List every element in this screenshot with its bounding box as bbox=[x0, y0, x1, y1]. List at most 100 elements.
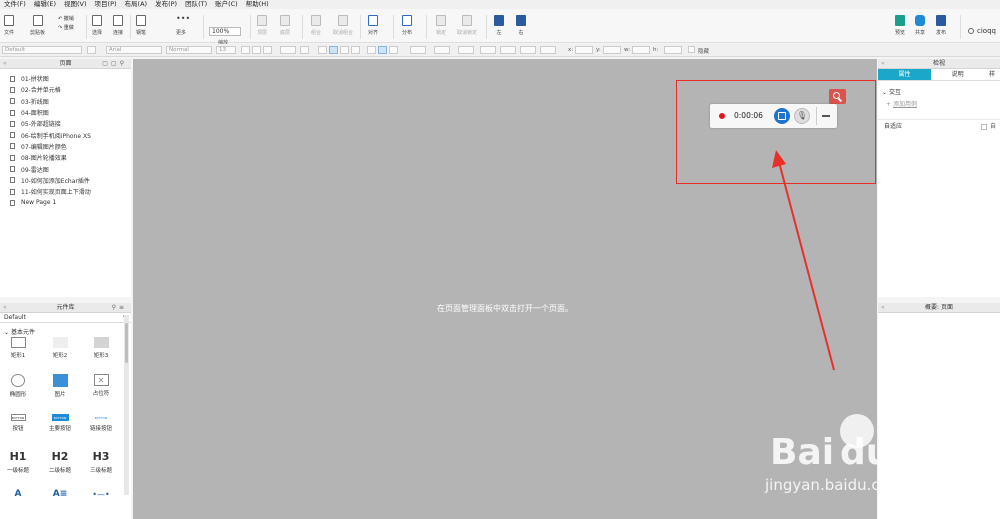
padding-button[interactable] bbox=[540, 46, 556, 54]
more-button[interactable]: ••• 更多 bbox=[176, 15, 190, 37]
widget-rectangle3[interactable]: 矩形3 bbox=[81, 337, 121, 359]
style-select[interactable]: Default bbox=[2, 46, 82, 54]
distribute-button[interactable]: 分布 bbox=[402, 15, 412, 36]
add-case-link[interactable]: + 添加用例 bbox=[878, 97, 1000, 119]
widget-rectangle1[interactable]: 矩形1 bbox=[0, 337, 38, 359]
x-input[interactable] bbox=[575, 46, 593, 54]
menu-layout[interactable]: 布局(A) bbox=[121, 0, 152, 9]
bullet-button[interactable] bbox=[300, 46, 309, 54]
library-panel-tools[interactable]: ⚲≡ bbox=[112, 303, 127, 313]
align-right-button[interactable] bbox=[340, 46, 349, 54]
redo-button[interactable]: ↷ 重做 bbox=[58, 24, 74, 33]
preview-button[interactable]: 预览 bbox=[895, 15, 905, 36]
font-size-select[interactable]: 13 bbox=[216, 46, 236, 54]
top-layer-button[interactable]: 顶层 bbox=[257, 15, 267, 36]
page-item[interactable]: 01-拼状图 bbox=[0, 73, 131, 84]
align-button[interactable]: 对齐 bbox=[368, 15, 378, 36]
w-input[interactable] bbox=[632, 46, 650, 54]
widget-paragraph[interactable]: A≡ bbox=[40, 489, 80, 502]
widget-placeholder[interactable]: ✕ 占位符 bbox=[81, 374, 121, 397]
style-paint-button[interactable] bbox=[87, 46, 96, 54]
interaction-section[interactable]: ⌄ 交互 bbox=[878, 81, 1000, 97]
menu-team[interactable]: 团队(T) bbox=[181, 0, 211, 9]
user-account[interactable]: cioqq bbox=[968, 27, 996, 35]
collapse-icon[interactable]: « bbox=[881, 59, 885, 69]
page-item[interactable]: 07-编辑图片颜色 bbox=[0, 141, 131, 152]
menu-help[interactable]: 帮助(H) bbox=[242, 0, 273, 9]
valign-top-button[interactable] bbox=[367, 46, 376, 54]
collapse-icon[interactable]: « bbox=[3, 303, 7, 313]
widget-rectangle2[interactable]: 矩形2 bbox=[40, 337, 80, 359]
shadow-button[interactable] bbox=[434, 46, 450, 54]
left-panel-button[interactable]: 左 bbox=[494, 15, 504, 36]
tab-properties[interactable]: 属性 bbox=[878, 69, 932, 80]
page-item[interactable]: 02-合并单元格 bbox=[0, 84, 131, 95]
tab-notes[interactable]: 说明 bbox=[931, 69, 984, 80]
h-input[interactable] bbox=[664, 46, 682, 54]
widget-heading2[interactable]: H2 二级标题 bbox=[40, 450, 80, 474]
stop-recording-button[interactable] bbox=[774, 108, 790, 124]
library-category[interactable]: ⌄ 基本元件 bbox=[0, 323, 131, 337]
right-panel-button[interactable]: 右 bbox=[516, 15, 526, 36]
italic-button[interactable] bbox=[252, 46, 261, 54]
underline-button[interactable] bbox=[263, 46, 272, 54]
zoom-select[interactable]: 100% bbox=[209, 27, 241, 36]
font-select[interactable]: Arial bbox=[106, 46, 162, 54]
font-color-button[interactable] bbox=[280, 46, 296, 54]
widget-button[interactable]: BUTTON 按钮 bbox=[0, 414, 38, 432]
bold-button[interactable] bbox=[241, 46, 250, 54]
menu-project[interactable]: 项目(P) bbox=[91, 0, 121, 9]
align-justify-button[interactable] bbox=[351, 46, 360, 54]
undo-button[interactable]: ↶ 撤销 bbox=[58, 15, 74, 24]
line-width-button[interactable] bbox=[480, 46, 496, 54]
page-item[interactable]: 03-折线图 bbox=[0, 96, 131, 107]
share-button[interactable]: 共享 bbox=[915, 15, 925, 36]
page-item[interactable]: 10-如何加添加Echar插件 bbox=[0, 175, 131, 186]
file-button[interactable]: 文件 bbox=[4, 15, 14, 36]
adaptive-checkbox[interactable] bbox=[981, 124, 987, 130]
menu-view[interactable]: 视图(V) bbox=[60, 0, 91, 9]
valign-bottom-button[interactable] bbox=[389, 46, 398, 54]
library-select[interactable]: Default ▼ bbox=[0, 313, 131, 323]
valign-middle-button[interactable] bbox=[378, 46, 387, 54]
page-item[interactable]: 04-面积图 bbox=[0, 107, 131, 118]
collapse-icon[interactable]: « bbox=[881, 303, 885, 313]
menu-file[interactable]: 文件(F) bbox=[0, 0, 30, 9]
clipboard-button[interactable]: 剪贴板 bbox=[30, 15, 45, 36]
group-button[interactable]: 组合 bbox=[311, 15, 321, 36]
arrow-style-button[interactable] bbox=[520, 46, 536, 54]
align-center-button[interactable] bbox=[329, 46, 338, 54]
fill-color-button[interactable] bbox=[410, 46, 426, 54]
menu-account[interactable]: 账户(C) bbox=[211, 0, 242, 9]
pages-panel-tools[interactable]: ▢▢⚲ bbox=[102, 59, 127, 69]
page-item[interactable]: 09-雷达图 bbox=[0, 163, 131, 174]
unlock-button[interactable]: 取消锁定 bbox=[457, 15, 477, 36]
menu-edit[interactable]: 编辑(E) bbox=[30, 0, 60, 9]
select-button[interactable]: 选择 bbox=[92, 15, 102, 36]
minimize-icon[interactable] bbox=[822, 115, 830, 117]
line-color-button[interactable] bbox=[458, 46, 474, 54]
widget-link-button[interactable]: BUTTON 链接按钮 bbox=[81, 414, 121, 433]
page-item[interactable]: 11-如何实现页面上下滑动 bbox=[0, 186, 131, 197]
page-item[interactable]: 06-绘制手机阅iPhone XS bbox=[0, 129, 131, 140]
widget-label[interactable]: A bbox=[0, 489, 38, 502]
widget-primary-button[interactable]: BUTTON 主要按钮 bbox=[40, 414, 80, 432]
widget-image[interactable]: 图片 bbox=[40, 374, 80, 398]
publish-button[interactable]: 发布 bbox=[936, 15, 946, 36]
library-scroll-thumb[interactable] bbox=[125, 323, 128, 363]
line-style-button[interactable] bbox=[500, 46, 516, 54]
page-item[interactable]: 08-图片轮播效果 bbox=[0, 152, 131, 163]
ungroup-button[interactable]: 取消组合 bbox=[333, 15, 353, 36]
lock-button[interactable]: 锁定 bbox=[436, 15, 446, 36]
hide-checkbox[interactable] bbox=[688, 46, 695, 53]
widget-heading3[interactable]: H3 三级标题 bbox=[81, 450, 121, 474]
widget-ellipse[interactable]: 椭圆形 bbox=[0, 374, 38, 398]
page-item[interactable]: 05-外部超链接 bbox=[0, 118, 131, 129]
y-input[interactable] bbox=[603, 46, 621, 54]
bottom-layer-button[interactable]: 底层 bbox=[280, 15, 290, 36]
widget-heading1[interactable]: H1 一级标题 bbox=[0, 450, 38, 474]
font-weight-select[interactable]: Normal bbox=[166, 46, 212, 54]
widget-line[interactable]: •—• bbox=[81, 489, 121, 502]
align-left-button[interactable] bbox=[318, 46, 327, 54]
page-item[interactable]: New Page 1 bbox=[0, 197, 131, 208]
